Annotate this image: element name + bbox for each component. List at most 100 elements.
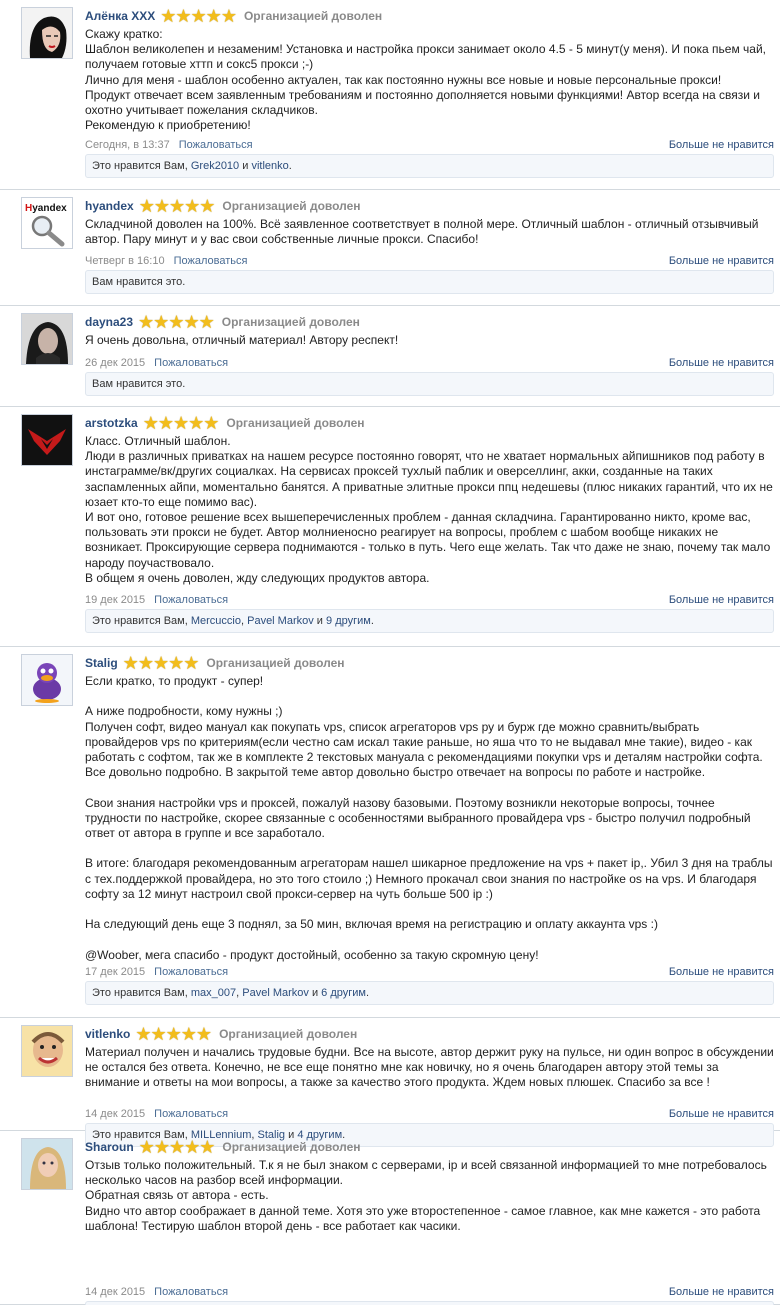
star-icon: ★ bbox=[175, 6, 191, 26]
review-header: arstotzka ★★★★★ Организацией доволен bbox=[85, 413, 774, 433]
star-icon: ★ bbox=[180, 1024, 197, 1044]
unlike-link[interactable]: Больше не нравится bbox=[669, 965, 774, 979]
star-icon: ★ bbox=[195, 1024, 212, 1044]
star-icon: ★ bbox=[183, 312, 199, 332]
star-icon: ★ bbox=[138, 196, 155, 216]
star-icon: ★ bbox=[152, 653, 169, 673]
report-link[interactable]: Пожаловаться bbox=[154, 594, 228, 606]
likes-others-link[interactable]: 9 другим bbox=[326, 615, 371, 627]
review-text: Я очень довольна, отличный материал! Авт… bbox=[85, 333, 399, 347]
avatar[interactable]: Hyandex bbox=[21, 197, 73, 249]
rating-label: Организацией доволен bbox=[222, 1140, 361, 1154]
review-text: Если кратко, то продукт - супер! А ниже … bbox=[85, 674, 773, 962]
star-icon: ★ bbox=[183, 653, 199, 673]
username-link[interactable]: vitlenko bbox=[85, 1027, 130, 1041]
rating-stars: ★★★★★ bbox=[138, 196, 216, 216]
liker-link[interactable]: Mercuccio bbox=[191, 615, 241, 627]
username-link[interactable]: arstotzka bbox=[85, 416, 138, 430]
star-icon: ★ bbox=[205, 6, 222, 26]
likes-summary: Это нравится Вам, Grek2010 и vitlenko. bbox=[85, 154, 774, 178]
unlike-link[interactable]: Больше не нравится bbox=[669, 356, 774, 370]
report-link[interactable]: Пожаловаться bbox=[154, 1108, 228, 1120]
review-meta: Четверг в 16:10 Пожаловаться Больше не нра… bbox=[85, 254, 774, 268]
username-link[interactable]: dayna23 bbox=[85, 315, 133, 329]
review-item: arstotzka ★★★★★ Организацией доволен Класс.… bbox=[0, 407, 780, 647]
rating-stars: ★★★★★ bbox=[160, 6, 237, 26]
star-icon: ★ bbox=[199, 196, 215, 216]
rating-stars: ★★★★★ bbox=[138, 312, 215, 332]
reviews-list: Алёнка XXX ★★★★★ Организацией доволен Скажу… bbox=[0, 0, 780, 1305]
avatar[interactable] bbox=[21, 654, 73, 706]
likes-summary: Это нравится Вам, Pavel Markov, MILLenni… bbox=[85, 1301, 774, 1305]
review-header: Stalig ★★★★★ Организацией доволен bbox=[85, 653, 774, 673]
yandex-magnifier-icon: Hyandex bbox=[22, 198, 72, 248]
username-link[interactable]: Stalig bbox=[85, 656, 118, 670]
report-link[interactable]: Пожаловаться bbox=[179, 139, 253, 151]
star-icon: ★ bbox=[160, 6, 176, 26]
avatar[interactable] bbox=[21, 313, 73, 365]
likes-suffix: . bbox=[288, 160, 292, 172]
likes-suffix: . bbox=[365, 987, 370, 999]
avatar[interactable] bbox=[21, 1025, 73, 1077]
avatar[interactable] bbox=[21, 1138, 73, 1190]
likes-prefix: Вам нравится это. bbox=[92, 276, 186, 288]
liker-link[interactable]: Grek2010 bbox=[191, 160, 239, 172]
star-icon: ★ bbox=[138, 312, 154, 332]
rating-stars: ★★★★★ bbox=[142, 413, 220, 433]
rating-stars: ★★★★★ bbox=[138, 1137, 216, 1157]
report-link[interactable]: Пожаловаться bbox=[154, 357, 228, 369]
review-date: 19 дек 2015 bbox=[85, 594, 146, 606]
svg-text:Hyandex: Hyandex bbox=[25, 203, 67, 214]
review-text: Складчиной доволен на 100%. Всё заявленн… bbox=[85, 217, 762, 247]
liker-link[interactable]: Pavel Markov bbox=[242, 987, 309, 999]
review-header: hyandex ★★★★★ Организацией доволен bbox=[85, 196, 774, 216]
liker-link[interactable]: vitlenko bbox=[251, 160, 288, 172]
review-item: Hyandex hyandex ★★★★★ Организацией доволен С… bbox=[0, 190, 780, 306]
likes-suffix: . bbox=[370, 615, 374, 627]
report-link[interactable]: Пожаловаться bbox=[174, 255, 248, 267]
star-icon: ★ bbox=[153, 312, 169, 332]
blonde-woman-photo-icon bbox=[22, 1139, 72, 1189]
liker-link[interactable]: Pavel Markov bbox=[247, 615, 314, 627]
review-date: 14 дек 2015 bbox=[85, 1286, 146, 1298]
review-item: Stalig ★★★★★ Организацией доволен Если крат… bbox=[0, 647, 780, 1018]
review-text: Класс. Отличный шаблон. Люди в различных… bbox=[85, 434, 773, 585]
likes-prefix: Это нравится Вам, bbox=[92, 160, 191, 172]
likes-summary: Вам нравится это. bbox=[85, 372, 774, 396]
review-body: vitlenko ★★★★★ Организацией доволен Материа… bbox=[85, 1024, 774, 1147]
report-link[interactable]: Пожаловаться bbox=[154, 966, 228, 978]
review-text: Отзыв только положительный. Т.к я не был… bbox=[85, 1158, 767, 1233]
likes-summary: Вам нравится это. bbox=[85, 270, 774, 294]
star-icon: ★ bbox=[142, 413, 159, 433]
review-item: Алёнка XXX ★★★★★ Организацией доволен Скажу… bbox=[0, 0, 780, 190]
review-item: vitlenko ★★★★★ Организацией доволен Материа… bbox=[0, 1018, 780, 1147]
star-icon: ★ bbox=[168, 653, 184, 673]
unlike-link[interactable]: Больше не нравится bbox=[669, 593, 774, 607]
username-link[interactable]: hyandex bbox=[85, 199, 134, 213]
review-meta: 14 дек 2015 Пожаловаться Больше не нравитс… bbox=[85, 1285, 774, 1299]
avatar[interactable] bbox=[21, 7, 73, 59]
unlike-link[interactable]: Больше не нравится bbox=[669, 1285, 774, 1299]
liker-link[interactable]: max_007 bbox=[191, 987, 236, 999]
likes-prefix: Вам нравится это. bbox=[92, 378, 186, 390]
likes-summary: Это нравится Вам, max_007, Pavel Markov … bbox=[85, 981, 774, 1005]
review-meta: 26 дек 2015 Пожаловаться Больше не нравитс… bbox=[85, 356, 774, 370]
report-link[interactable]: Пожаловаться bbox=[154, 1286, 228, 1298]
likes-others-link[interactable]: 6 другим bbox=[321, 987, 366, 999]
star-icon: ★ bbox=[168, 312, 184, 332]
avatar[interactable] bbox=[21, 414, 73, 466]
username-link[interactable]: Алёнка XXX bbox=[85, 9, 155, 23]
star-icon: ★ bbox=[198, 312, 215, 332]
likes-prefix: Это нравится Вам, bbox=[92, 615, 191, 627]
star-icon: ★ bbox=[138, 1137, 155, 1157]
username-link[interactable]: Sharoun bbox=[85, 1140, 134, 1154]
unlike-link[interactable]: Больше не нравится bbox=[669, 254, 774, 268]
unlike-link[interactable]: Больше не нравится bbox=[669, 138, 774, 152]
star-icon: ★ bbox=[137, 653, 154, 673]
review-body: Sharoun ★★★★★ Организацией доволен Отзыв то… bbox=[85, 1137, 774, 1305]
review-header: Sharoun ★★★★★ Организацией доволен bbox=[85, 1137, 774, 1157]
review-date: 14 дек 2015 bbox=[85, 1108, 146, 1120]
unlike-link[interactable]: Больше не нравится bbox=[669, 1107, 774, 1121]
review-body: hyandex ★★★★★ Организацией доволен Складчин… bbox=[85, 196, 774, 306]
star-icon: ★ bbox=[203, 413, 219, 433]
